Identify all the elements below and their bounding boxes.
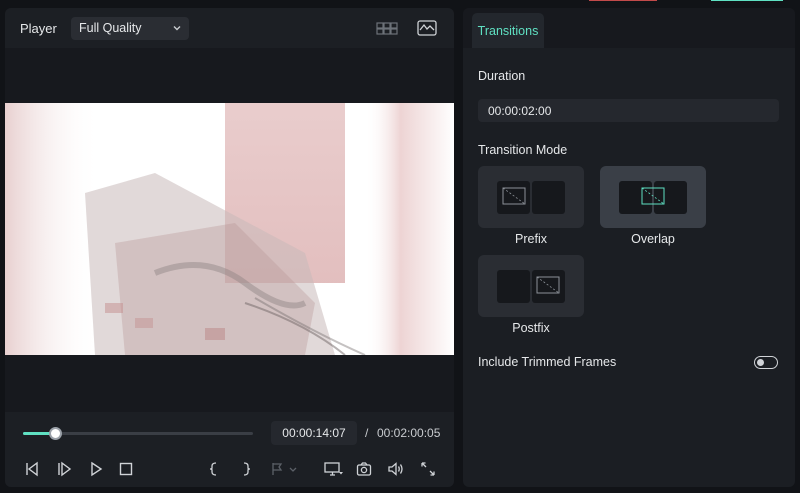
mode-postfix-card[interactable] (478, 255, 584, 317)
timeline-scrubber[interactable] (23, 427, 253, 440)
video-frame-image (5, 103, 454, 355)
next-frame-button[interactable] (55, 460, 73, 478)
marker-button[interactable] (269, 460, 299, 478)
player-header: Player Full Quality (5, 8, 454, 48)
mode-prefix-card[interactable] (478, 166, 584, 228)
top-accent-red (589, 0, 657, 1)
play-icon (91, 461, 103, 477)
current-time[interactable]: 00:00:14:07 (271, 421, 357, 445)
tab-bar: Transitions (463, 8, 795, 48)
toggle-knob (757, 358, 764, 366)
display-icon (324, 462, 343, 476)
previous-frame-button[interactable] (23, 460, 41, 478)
player-panel: Player Full Quality 00:00:14:07 / 00:02:… (5, 8, 454, 487)
stop-button[interactable] (117, 460, 135, 478)
playback-controls: 00:00:14:07 / 00:02:00:05 (5, 412, 454, 487)
mark-out-button[interactable] (237, 460, 255, 478)
quality-select-value: Full Quality (79, 21, 142, 35)
volume-button[interactable] (387, 460, 405, 478)
top-accent-teal (711, 0, 783, 1)
next-frame-icon (58, 461, 72, 477)
grid-view-icon[interactable] (376, 19, 398, 37)
player-title: Player (20, 21, 57, 36)
mark-in-icon (209, 462, 217, 476)
previous-frame-icon (26, 461, 38, 477)
snapshot-icon (356, 462, 372, 476)
mark-out-icon (243, 462, 251, 476)
scrubber-handle[interactable] (49, 427, 63, 440)
marker-icon (272, 463, 297, 475)
include-trimmed-label: Include Trimmed Frames (478, 355, 617, 369)
transition-mode-label: Transition Mode (478, 143, 568, 157)
postfix-mode-icon (497, 270, 565, 303)
quality-select[interactable]: Full Quality (71, 17, 189, 40)
snapshot-button[interactable] (355, 460, 373, 478)
prefix-mode-icon (497, 181, 565, 214)
waveform-scope-icon[interactable] (417, 19, 437, 37)
mode-prefix-label: Prefix (515, 232, 547, 246)
overlap-mode-icon (619, 181, 687, 214)
display-settings-button[interactable] (323, 460, 345, 478)
total-time: 00:02:00:05 (377, 426, 441, 440)
fullscreen-button[interactable] (419, 460, 437, 478)
volume-icon (388, 462, 403, 476)
stop-icon (119, 462, 133, 476)
include-trimmed-toggle[interactable] (754, 356, 778, 369)
transitions-panel: Transitions Duration 00:00:02:00 Transit… (463, 8, 795, 487)
time-separator: / (365, 426, 369, 440)
mode-overlap-card[interactable] (600, 166, 706, 228)
play-button[interactable] (87, 460, 105, 478)
fullscreen-icon (421, 462, 435, 476)
chevron-down-icon (173, 26, 181, 31)
mode-overlap-label: Overlap (631, 232, 675, 246)
video-preview[interactable] (5, 103, 454, 355)
duration-label: Duration (478, 69, 526, 83)
tab-transitions[interactable]: Transitions (472, 13, 544, 48)
duration-field[interactable]: 00:00:02:00 (478, 99, 779, 122)
mark-in-button[interactable] (205, 460, 223, 478)
mode-postfix-label: Postfix (512, 321, 550, 335)
